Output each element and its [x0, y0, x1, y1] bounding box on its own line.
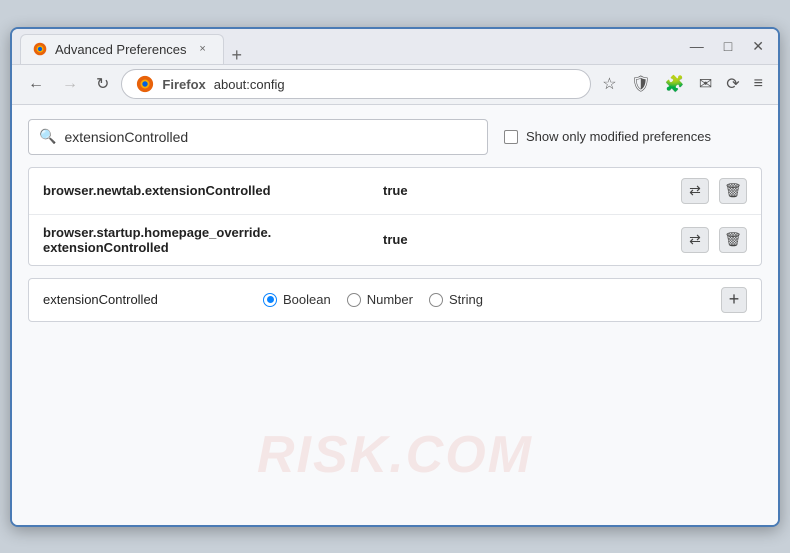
forward-button: → — [56, 71, 84, 97]
radio-number-label: Number — [367, 292, 413, 307]
search-row: 🔍 extensionControlled Show only modified… — [28, 119, 762, 155]
type-radio-group: Boolean Number String — [263, 292, 483, 307]
pref-actions-2: ⇄ 🗑 — [681, 227, 747, 253]
pref-value-1: true — [383, 183, 681, 198]
add-preference-button[interactable]: + — [721, 287, 747, 313]
tab-title: Advanced Preferences — [55, 42, 187, 57]
tab-close-button[interactable]: × — [195, 41, 211, 57]
maximize-button[interactable]: □ — [718, 36, 738, 56]
pref-name-2-line2: extensionControlled — [43, 240, 169, 255]
extension-icon-button[interactable]: 🧩 — [660, 71, 690, 97]
window-controls: — □ ✕ — [684, 36, 770, 57]
tab-favicon-icon — [33, 42, 47, 56]
radio-number[interactable]: Number — [347, 292, 413, 307]
search-icon: 🔍 — [39, 128, 56, 145]
tab-area: Advanced Preferences × + — [20, 29, 684, 64]
sync-icon-button[interactable]: ⟳ — [721, 71, 744, 97]
add-pref-row: extensionControlled Boolean Number Strin… — [28, 278, 762, 322]
address-bar[interactable]: Firefox about:config — [121, 69, 591, 99]
bookmark-icon-button[interactable]: ☆ — [597, 71, 621, 97]
pref-name-2-line1: browser.startup.homepage_override. — [43, 225, 271, 240]
mail-icon-button[interactable]: ✉ — [694, 71, 717, 97]
pref-name-2: browser.startup.homepage_override. exten… — [43, 225, 383, 255]
pref-name-1: browser.newtab.extensionControlled — [43, 183, 383, 198]
show-modified-checkbox[interactable] — [504, 130, 518, 144]
pref-value-2: true — [383, 232, 681, 247]
radio-string-circle — [429, 293, 443, 307]
nav-icons: ☆ 🛡 🧩 ✉ ⟳ ≡ — [597, 71, 768, 97]
search-box[interactable]: 🔍 extensionControlled — [28, 119, 488, 155]
preferences-table: browser.newtab.extensionControlled true … — [28, 167, 762, 266]
pref-actions-1: ⇄ 🗑 — [681, 178, 747, 204]
new-pref-name: extensionControlled — [43, 292, 243, 307]
browser-window: Advanced Preferences × + — □ ✕ ← → ↻ Fir… — [10, 27, 780, 527]
minimize-button[interactable]: — — [684, 36, 710, 56]
toggle-button-1[interactable]: ⇄ — [681, 178, 709, 204]
delete-button-2[interactable]: 🗑 — [719, 227, 747, 253]
radio-string[interactable]: String — [429, 292, 483, 307]
watermark: RISK.COM — [257, 425, 533, 485]
title-bar: Advanced Preferences × + — □ ✕ — [12, 29, 778, 65]
table-row: browser.startup.homepage_override. exten… — [29, 215, 761, 265]
delete-button-1[interactable]: 🗑 — [719, 178, 747, 204]
table-row: browser.newtab.extensionControlled true … — [29, 168, 761, 215]
back-button[interactable]: ← — [22, 71, 50, 97]
radio-boolean[interactable]: Boolean — [263, 292, 331, 307]
toggle-button-2[interactable]: ⇄ — [681, 227, 709, 253]
reload-button[interactable]: ↻ — [90, 70, 115, 98]
new-tab-button[interactable]: + — [224, 46, 251, 64]
radio-string-label: String — [449, 292, 483, 307]
search-value: extensionControlled — [64, 129, 477, 145]
address-url: about:config — [214, 77, 577, 92]
radio-number-circle — [347, 293, 361, 307]
active-tab[interactable]: Advanced Preferences × — [20, 34, 224, 64]
nav-bar: ← → ↻ Firefox about:config ☆ 🛡 🧩 ✉ ⟳ ≡ — [12, 65, 778, 105]
radio-boolean-label: Boolean — [283, 292, 331, 307]
radio-boolean-circle — [263, 293, 277, 307]
close-button[interactable]: ✕ — [746, 36, 770, 57]
show-modified-area: Show only modified preferences — [504, 129, 711, 144]
firefox-logo-icon — [136, 75, 154, 93]
browser-name-label: Firefox — [162, 77, 205, 92]
content-area: RISK.COM 🔍 extensionControlled Show only… — [12, 105, 778, 525]
shield-icon-button[interactable]: 🛡 — [626, 71, 656, 97]
show-modified-label: Show only modified preferences — [526, 129, 711, 144]
menu-icon-button[interactable]: ≡ — [749, 72, 768, 96]
